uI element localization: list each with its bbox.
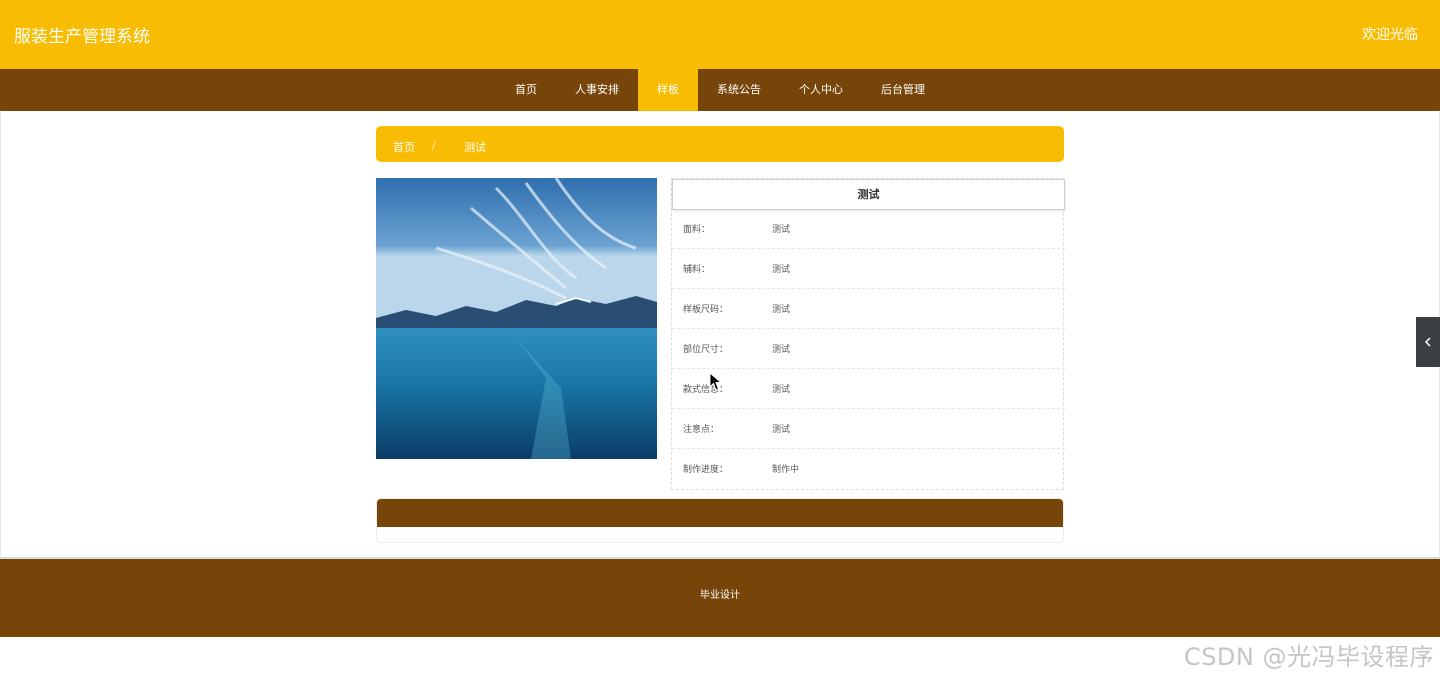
detail-row: 部位尺寸： 测试 [672,329,1065,369]
watermark: CSDN @光冯毕设程序 [1183,643,1434,671]
chevron-left-icon [1424,337,1431,347]
detail-value: 测试 [772,265,791,275]
detail-value: 测试 [772,385,791,395]
welcome-text: 欢迎光临 [1362,27,1418,43]
detail-label: 面料： [683,225,711,235]
detail-label: 制作进度： [683,465,729,475]
detail-value: 制作中 [772,465,800,475]
breadcrumb-current: 测试 [464,141,486,154]
detail-value: 测试 [772,225,791,235]
detail-row: 款式信息： 测试 [672,369,1065,409]
detail-label: 部位尺寸： [683,345,729,355]
detail-label: 辅料： [683,265,711,275]
detail-row: 样板尺码： 测试 [672,289,1065,329]
footer-text: 毕业设计 [700,590,740,601]
detail-title: 测试 [672,179,1065,210]
top-header: 服装生产管理系统 欢迎光临 [0,0,1440,69]
detail-content-panel [376,498,1064,543]
detail-row: 辅料： 测试 [672,249,1065,289]
detail-content-header [377,499,1063,527]
breadcrumb-separator: / [432,139,436,152]
main-nav: 首页 人事安排 样板 系统公告 个人中心 后台管理 [0,69,1440,111]
side-panel-toggle[interactable] [1416,317,1440,367]
nav-item-home[interactable]: 首页 [496,69,556,111]
detail-row: 注意点： 测试 [672,409,1065,449]
detail-row: 面料： 测试 [672,209,1065,249]
nav-item-personnel[interactable]: 人事安排 [556,69,638,111]
nav-item-profile[interactable]: 个人中心 [780,69,862,111]
breadcrumb-home[interactable]: 首页 [393,139,415,155]
detail-row: 制作进度： 制作中 [672,449,1065,489]
breadcrumb: 首页 / 测试 [376,126,1064,162]
sample-image [376,178,657,459]
site-title: 服装生产管理系统 [14,27,150,47]
nav-item-sample[interactable]: 样板 [638,69,698,111]
mouse-pointer-icon [709,371,723,396]
detail-label: 注意点： [683,425,720,435]
detail-label: 样板尺码： [683,305,729,315]
nav-item-admin[interactable]: 后台管理 [862,69,944,111]
detail-value: 测试 [772,345,791,355]
page-footer: 毕业设计 [0,557,1440,637]
detail-value: 测试 [772,425,791,435]
nav-item-announcement[interactable]: 系统公告 [698,69,780,111]
sample-detail-panel: 测试 面料： 测试 辅料： 测试 样板尺码： 测试 部位尺寸： 测试 款式信息：… [671,178,1065,490]
lake-landscape-image [376,178,657,459]
detail-value: 测试 [772,305,791,315]
